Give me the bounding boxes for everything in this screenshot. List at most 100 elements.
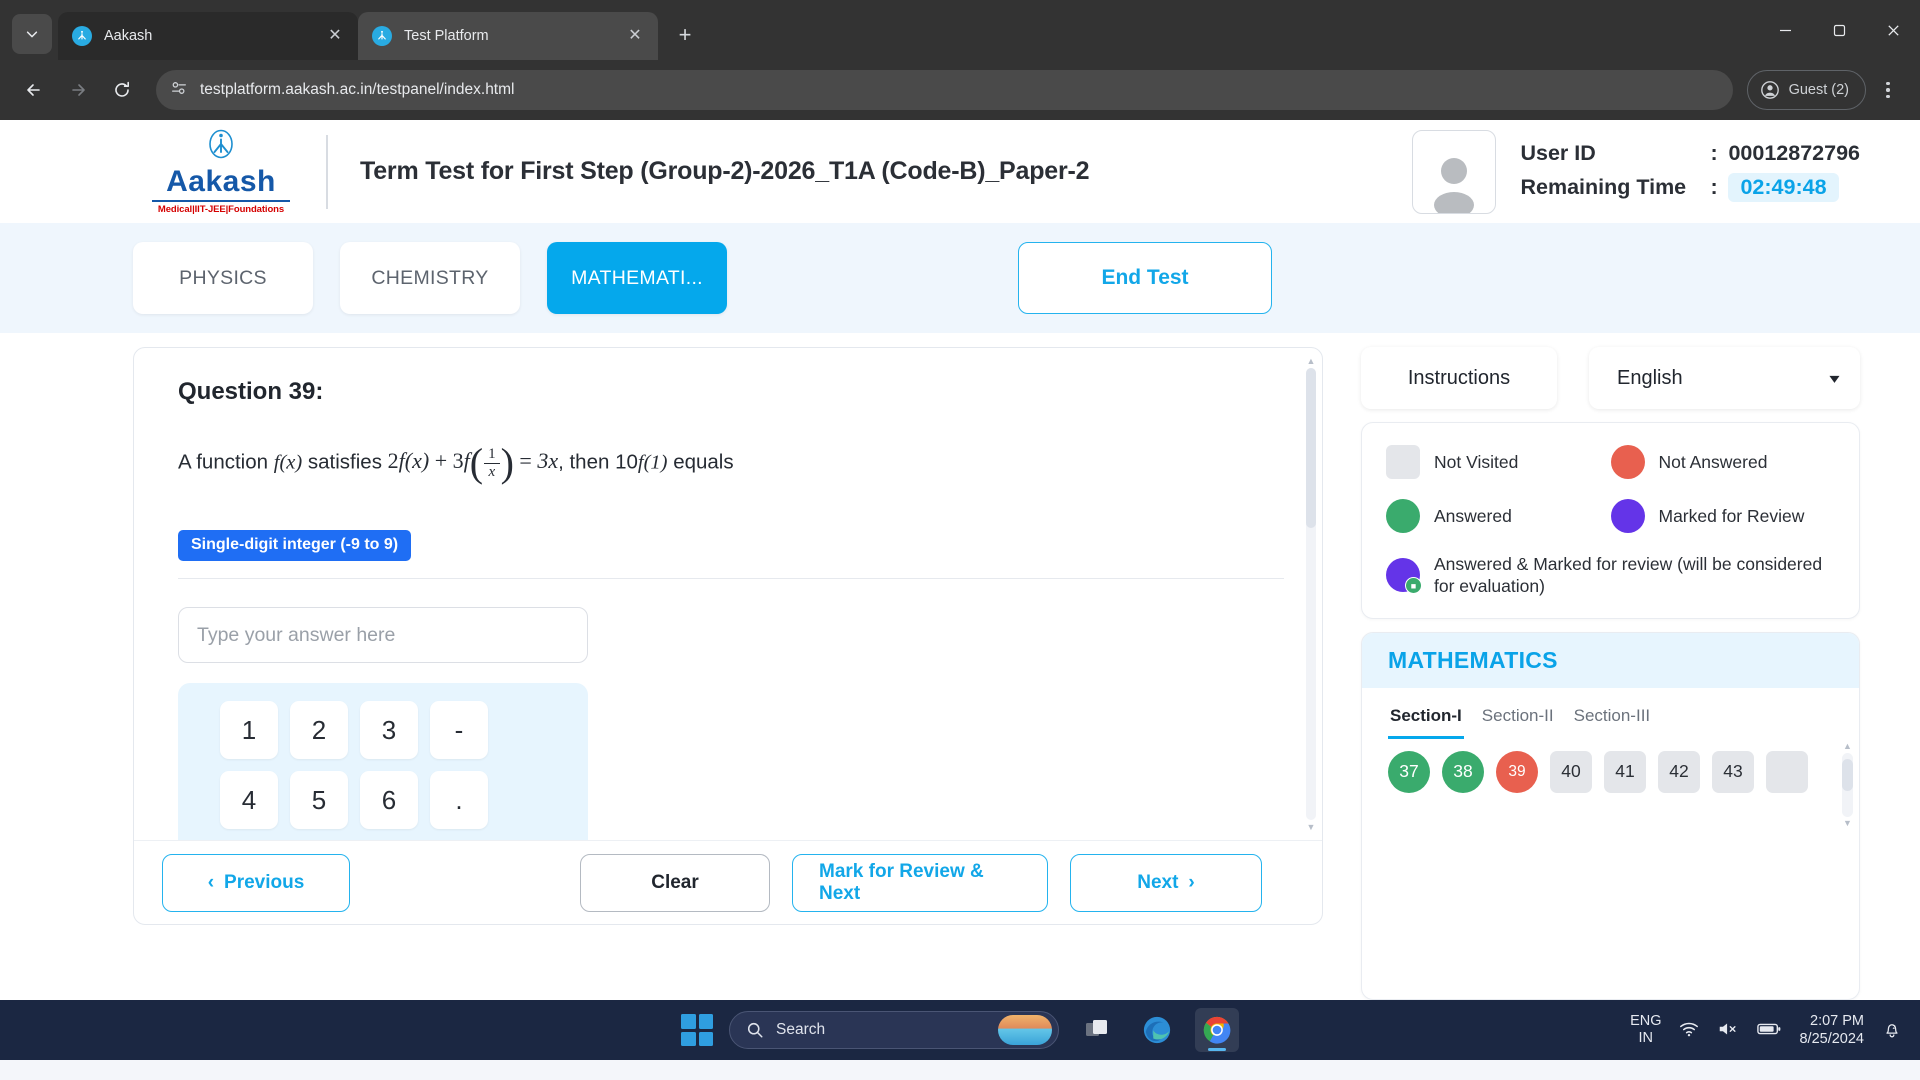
palette-question-41[interactable]: 41 [1604, 750, 1646, 793]
tab-physics[interactable]: PHYSICS [133, 242, 313, 314]
next-button[interactable]: Next › [1070, 853, 1262, 912]
browser-tab-test-platform[interactable]: Test Platform ✕ [358, 12, 658, 60]
palette-question-37[interactable]: 37 [1388, 750, 1430, 793]
palette-question-numbers: 37 38 39 40 41 42 43 ▲ ▼ [1362, 739, 1859, 828]
site-settings-icon[interactable] [170, 79, 188, 102]
tab-mathematics[interactable]: MATHEMATI... [547, 242, 727, 314]
end-test-button[interactable]: End Test [1018, 242, 1272, 314]
side-panel: Instructions English ▾ Not Visited Not A… [1361, 347, 1860, 1000]
paren-open: ( [469, 440, 484, 485]
window-controls [1758, 0, 1920, 60]
palette-question-38[interactable]: 38 [1442, 750, 1484, 793]
palette-question-42[interactable]: 42 [1658, 750, 1700, 793]
tab-chemistry[interactable]: CHEMISTRY [340, 242, 520, 314]
address-bar[interactable]: testplatform.aakash.ac.in/testpanel/inde… [156, 70, 1733, 110]
user-id-label: User ID [1520, 141, 1596, 165]
search-icon [747, 1022, 763, 1038]
keypad-key-dot[interactable]: . [430, 771, 488, 829]
legend-panel: Not Visited Not Answered Answered Marked… [1361, 422, 1860, 619]
answered-swatch [1386, 499, 1420, 533]
logo-divider [152, 200, 290, 202]
keypad-key-1[interactable]: 1 [220, 701, 278, 759]
reload-icon[interactable] [102, 70, 142, 110]
chrome-icon[interactable] [1195, 1008, 1239, 1052]
scrollbar-thumb[interactable] [1842, 758, 1853, 791]
not-answered-swatch [1610, 445, 1645, 479]
keypad-key-4[interactable]: 4 [220, 771, 278, 829]
clock-date: 8/25/2024 [1799, 1031, 1864, 1047]
legend-item-answered-and-marked: ■ Answered & Marked for review (will be … [1386, 553, 1835, 598]
palette-subject-title: MATHEMATICS [1362, 632, 1859, 688]
not-visited-swatch [1386, 445, 1420, 479]
answer-input[interactable] [178, 607, 588, 663]
maximize-icon[interactable] [1812, 0, 1866, 60]
instructions-button[interactable]: Instructions [1361, 347, 1557, 409]
input-language-indicator[interactable]: ENG IN [1630, 1013, 1661, 1047]
scroll-down-icon[interactable]: ▼ [1842, 818, 1853, 829]
keypad-key-minus[interactable]: - [430, 701, 488, 759]
section-tab-iii[interactable]: Section-III [1572, 700, 1653, 739]
formula-fraction: 1x [484, 446, 500, 480]
legend-item-marked-for-review: Marked for Review [1610, 499, 1836, 533]
browser-menu-icon[interactable] [1870, 70, 1906, 110]
legend-label: Answered [1434, 505, 1512, 526]
close-window-icon[interactable] [1866, 0, 1920, 60]
browser-toolbar: testplatform.aakash.ac.in/testpanel/inde… [0, 60, 1920, 120]
taskbar-search-box[interactable]: Search [729, 1011, 1059, 1049]
edge-icon[interactable] [1135, 1008, 1179, 1052]
scrollbar-thumb[interactable] [1306, 368, 1316, 528]
page-title: Term Test for First Step (Group-2)-2026_… [360, 157, 1090, 185]
avatar [1412, 129, 1497, 214]
palette-scrollbar[interactable]: ▲ ▼ [1842, 741, 1853, 829]
legend-label: Answered & Marked for review (will be co… [1434, 554, 1823, 597]
previous-button[interactable]: ‹ Previous [162, 853, 350, 912]
keypad-key-2[interactable]: 2 [290, 701, 348, 759]
close-icon[interactable]: ✕ [322, 23, 348, 49]
wifi-icon[interactable] [1679, 1020, 1699, 1041]
browser-tab-aakash[interactable]: Aakash ✕ [58, 12, 358, 60]
mark-for-review-next-button[interactable]: Mark for Review & Next [792, 853, 1048, 912]
formula-lhs-b: 3 [452, 448, 464, 474]
keypad-key-3[interactable]: 3 [360, 701, 418, 759]
clock[interactable]: 2:07 PM 8/25/2024 [1799, 1012, 1864, 1048]
section-tab-ii[interactable]: Section-II [1480, 700, 1556, 739]
section-tab-i[interactable]: Section-I [1388, 700, 1464, 739]
scroll-down-icon[interactable]: ▼ [1306, 822, 1316, 832]
formula-plus: + [434, 448, 448, 474]
formula-lhs-a: 2 [387, 448, 399, 474]
keypad-row: 1 2 3 - [220, 701, 588, 759]
notifications-icon[interactable]: z [1882, 1019, 1902, 1042]
legend-item-answered: Answered [1386, 499, 1611, 533]
volume-muted-icon[interactable] [1717, 1020, 1739, 1041]
clock-time: 2:07 PM [1810, 1012, 1864, 1029]
tab-search-button[interactable] [12, 14, 52, 54]
start-icon[interactable] [681, 1014, 713, 1046]
back-icon[interactable] [14, 70, 54, 110]
battery-icon[interactable] [1757, 1022, 1781, 1039]
tab-title: Aakash [104, 28, 153, 44]
keypad-key-5[interactable]: 5 [290, 771, 348, 829]
task-view-icon[interactable] [1075, 1008, 1119, 1052]
chevron-left-icon: ‹ [207, 871, 215, 893]
answered-marked-swatch: ■ [1386, 558, 1422, 595]
keypad-key-6[interactable]: 6 [360, 771, 418, 829]
palette-question-40[interactable]: 40 [1550, 750, 1592, 793]
paren-close: ) [500, 440, 514, 485]
search-highlight-thumbnail [998, 1015, 1052, 1045]
minimize-icon[interactable] [1758, 0, 1812, 60]
main-content: Question 39: A function f(x) satisfies 2… [0, 333, 1920, 1000]
close-icon[interactable]: ✕ [622, 23, 648, 49]
formula-fn-a: f(x) [398, 448, 430, 474]
question-scrollbar[interactable]: ▲ ▼ [1306, 356, 1316, 832]
chevron-right-icon: › [1188, 871, 1195, 893]
language-select[interactable]: English ▾ [1589, 347, 1860, 409]
scroll-up-icon[interactable]: ▲ [1842, 741, 1853, 752]
clear-button[interactable]: Clear [580, 853, 770, 912]
palette-question-next-row[interactable] [1766, 750, 1808, 793]
new-tab-button[interactable]: + [668, 18, 702, 52]
scroll-up-icon[interactable]: ▲ [1306, 356, 1316, 366]
palette-question-39[interactable]: 39 [1496, 750, 1538, 793]
palette-question-43[interactable]: 43 [1712, 750, 1754, 793]
forward-icon[interactable] [58, 70, 98, 110]
profile-button[interactable]: Guest (2) [1746, 70, 1866, 110]
